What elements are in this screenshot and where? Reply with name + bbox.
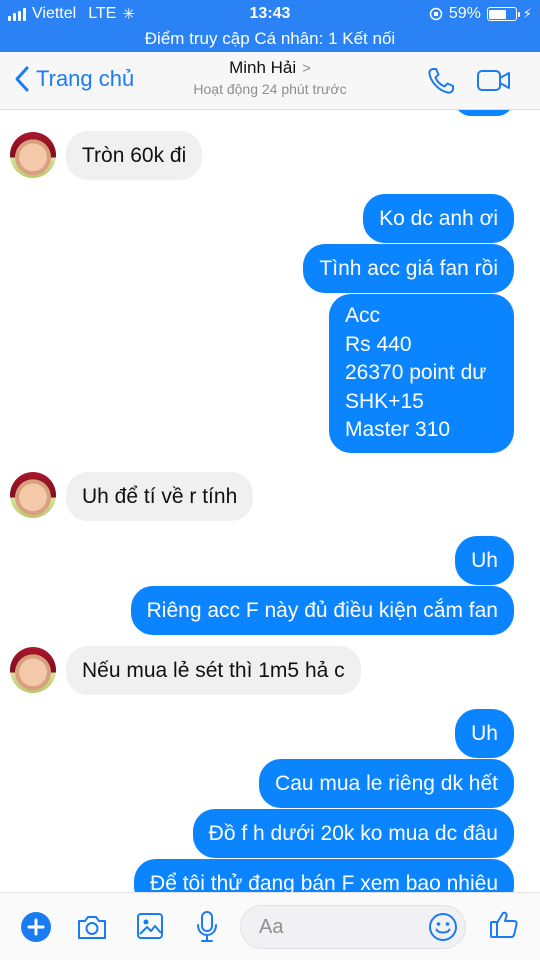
message-bubble: Nếu mua lẻ sét thì 1m5 hả c (66, 646, 361, 695)
message-line: SHK+15 (345, 389, 424, 413)
microphone-icon[interactable] (195, 910, 219, 944)
phone-icon[interactable] (426, 66, 456, 96)
hotspot-banner[interactable]: Điểm truy cập Cá nhân: 1 Kết nối (0, 28, 540, 52)
like-icon[interactable] (488, 909, 520, 941)
orientation-lock-icon (429, 7, 443, 21)
active-status: Hoạt động 24 phút trước (193, 81, 347, 97)
message-bubble: Để tôi thử đang bán F xem bao nhiêu (134, 859, 514, 892)
avatar (10, 647, 56, 693)
message-bubble: Tròn 60k đi (66, 131, 203, 180)
emoji-icon[interactable] (428, 912, 458, 942)
plus-icon[interactable] (20, 911, 52, 943)
battery-icon (486, 7, 520, 21)
composer-bar (0, 892, 540, 960)
camera-icon[interactable] (76, 913, 108, 941)
battery-group: 59% ⚡ (429, 5, 532, 23)
message-bubble: Cau mua le riêng dk hết (259, 759, 514, 808)
message-bubble: Đồ f h dưới 20k ko mua dc đâu (192, 809, 514, 858)
contact-name-button[interactable]: Minh Hải > (0, 58, 540, 78)
battery-percent: 59% (448, 5, 481, 22)
contact-name: Minh Hải (229, 58, 297, 77)
message-bubble: Ko dc anh ơi (363, 194, 514, 243)
message-line: Rs 440 (345, 332, 412, 356)
message-line: Acc (345, 304, 381, 327)
message-bubble: Uh (455, 709, 514, 758)
message-line: Master 310 (345, 418, 451, 441)
message-bubble: Tình acc giá fan rồi (303, 244, 514, 293)
avatar (10, 472, 56, 518)
image-icon[interactable] (136, 912, 164, 940)
message-bubble-multiline: Acc Rs 440 26370 point dư SHK+15 Master … (329, 294, 514, 453)
conversation-header: Trang chủ Minh Hải > Hoạt động 24 phút tr… (0, 52, 540, 110)
video-camera-icon[interactable] (476, 68, 512, 94)
message-bubble: Uh (455, 536, 514, 585)
message-bubble-partial (454, 110, 514, 116)
charging-icon: ⚡ (522, 6, 532, 21)
status-bar: Viettel LTE ✳ 13:43 59% ⚡ (0, 0, 540, 28)
chevron-right-icon: > (302, 60, 311, 77)
message-bubble: Riêng acc F này đủ điều kiện cắm fan (130, 586, 514, 635)
message-bubble: Uh để tí về r tính (66, 472, 254, 521)
message-list[interactable]: Tròn 60k đi Ko dc anh ơi Tình acc giá fa… (0, 110, 540, 892)
avatar (10, 132, 56, 178)
message-line: 26370 point dư (345, 361, 487, 384)
